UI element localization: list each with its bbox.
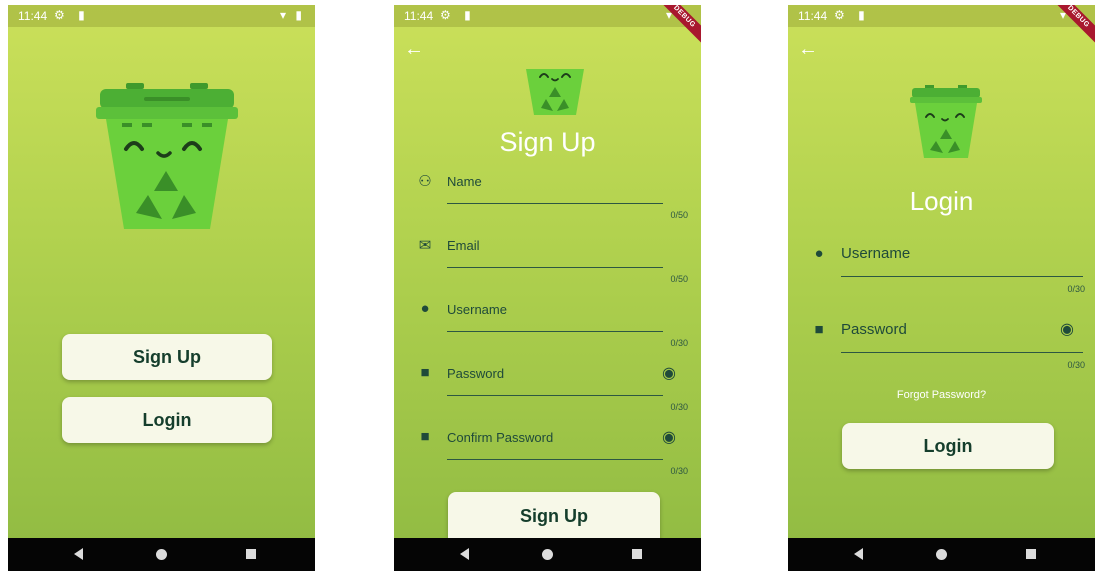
login-button[interactable]: Login	[62, 397, 272, 443]
char-counter: 0/30	[1067, 360, 1085, 370]
person-icon: ●	[814, 245, 824, 262]
char-counter: 0/30	[670, 338, 688, 348]
password-field[interactable]: ■ Password ◉ 0/30	[416, 364, 688, 412]
nav-bar	[8, 538, 315, 571]
lock-icon: ■	[420, 428, 430, 445]
field-label: Confirm Password	[447, 430, 554, 445]
status-time: 11:44	[404, 9, 434, 23]
char-counter: 0/30	[670, 402, 688, 412]
email-field[interactable]: ✉ Email 0/50	[416, 236, 688, 284]
nav-back-icon[interactable]	[74, 548, 83, 560]
field-label: Email	[447, 238, 480, 253]
char-counter: 0/30	[1067, 284, 1085, 294]
person-outline-icon: ⚇	[418, 173, 432, 190]
field-underline	[447, 203, 663, 204]
nav-bar	[394, 538, 701, 571]
lock-icon: ■	[814, 321, 824, 338]
confirm-password-field[interactable]: ■ Confirm Password ◉ 0/30	[416, 428, 688, 476]
signup-button[interactable]: Sign Up	[62, 334, 272, 380]
field-label: Name	[447, 174, 482, 189]
recycle-bin-logo	[910, 85, 982, 158]
status-bar: 11:44 ⚙ ▮ ▾ ▮	[8, 5, 315, 27]
wifi-battery-icon: ▾ ▮	[280, 8, 305, 22]
nav-bar	[788, 538, 1095, 571]
field-label: Username	[841, 245, 911, 262]
nav-home-icon[interactable]	[936, 549, 947, 560]
person-icon: ●	[420, 300, 430, 317]
nav-back-icon[interactable]	[854, 548, 863, 560]
login-submit-button[interactable]: Login	[842, 423, 1054, 469]
eye-icon[interactable]: ◉	[1060, 319, 1074, 339]
status-bar: 11:44 ⚙ ▮ ▾ ▮	[394, 5, 701, 27]
nav-home-icon[interactable]	[156, 549, 167, 560]
nav-recents-icon[interactable]	[632, 549, 642, 559]
field-label: Password	[841, 321, 907, 338]
signup-submit-button[interactable]: Sign Up	[448, 492, 660, 540]
username-field[interactable]: ● Username 0/30	[416, 300, 688, 348]
mail-icon: ✉	[418, 237, 432, 254]
field-underline	[841, 276, 1083, 277]
field-underline	[447, 267, 663, 268]
nav-recents-icon[interactable]	[246, 549, 256, 559]
settings-icon: ⚙ ▮	[54, 8, 90, 22]
settings-icon: ⚙ ▮	[440, 8, 476, 22]
page-title: Sign Up	[499, 127, 596, 157]
username-field[interactable]: ● Username 0/30	[810, 245, 1085, 297]
char-counter: 0/50	[670, 210, 688, 220]
field-underline	[447, 395, 663, 396]
eye-icon[interactable]: ◉	[662, 427, 676, 447]
nav-back-icon[interactable]	[460, 548, 469, 560]
field-underline	[447, 331, 663, 332]
field-label: Password	[447, 366, 505, 381]
recycle-bin-logo	[526, 69, 584, 115]
back-arrow-icon[interactable]: ←	[404, 39, 424, 59]
welcome-screen: 11:44 ⚙ ▮ ▾ ▮ Sign Up Login	[8, 5, 315, 571]
status-time: 11:44	[798, 9, 828, 23]
field-label: Username	[447, 302, 507, 317]
status-bar: 11:44 ⚙ ▮ ▾ ▮	[788, 5, 1095, 27]
status-time: 11:44	[18, 9, 48, 23]
char-counter: 0/50	[670, 274, 688, 284]
field-underline	[447, 459, 663, 460]
signup-screen: 11:44 ⚙ ▮ ▾ ▮ DEBUG ← Sign Up ⚇ Name 0/5…	[394, 5, 701, 571]
lock-icon: ■	[420, 364, 430, 381]
name-field[interactable]: ⚇ Name 0/50	[416, 172, 688, 220]
settings-icon: ⚙ ▮	[834, 8, 870, 22]
nav-recents-icon[interactable]	[1026, 549, 1036, 559]
password-field[interactable]: ■ Password ◉ 0/30	[810, 321, 1085, 373]
nav-home-icon[interactable]	[542, 549, 553, 560]
forgot-password-link[interactable]: Forgot Password?	[788, 389, 1095, 401]
back-arrow-icon[interactable]: ←	[798, 39, 818, 59]
recycle-bin-logo	[96, 83, 238, 229]
field-underline	[841, 352, 1083, 353]
char-counter: 0/30	[670, 466, 688, 476]
page-title: Login	[909, 186, 974, 216]
login-screen: 11:44 ⚙ ▮ ▾ ▮ DEBUG ← Login ● Username 0…	[788, 5, 1095, 571]
eye-icon[interactable]: ◉	[662, 363, 676, 383]
